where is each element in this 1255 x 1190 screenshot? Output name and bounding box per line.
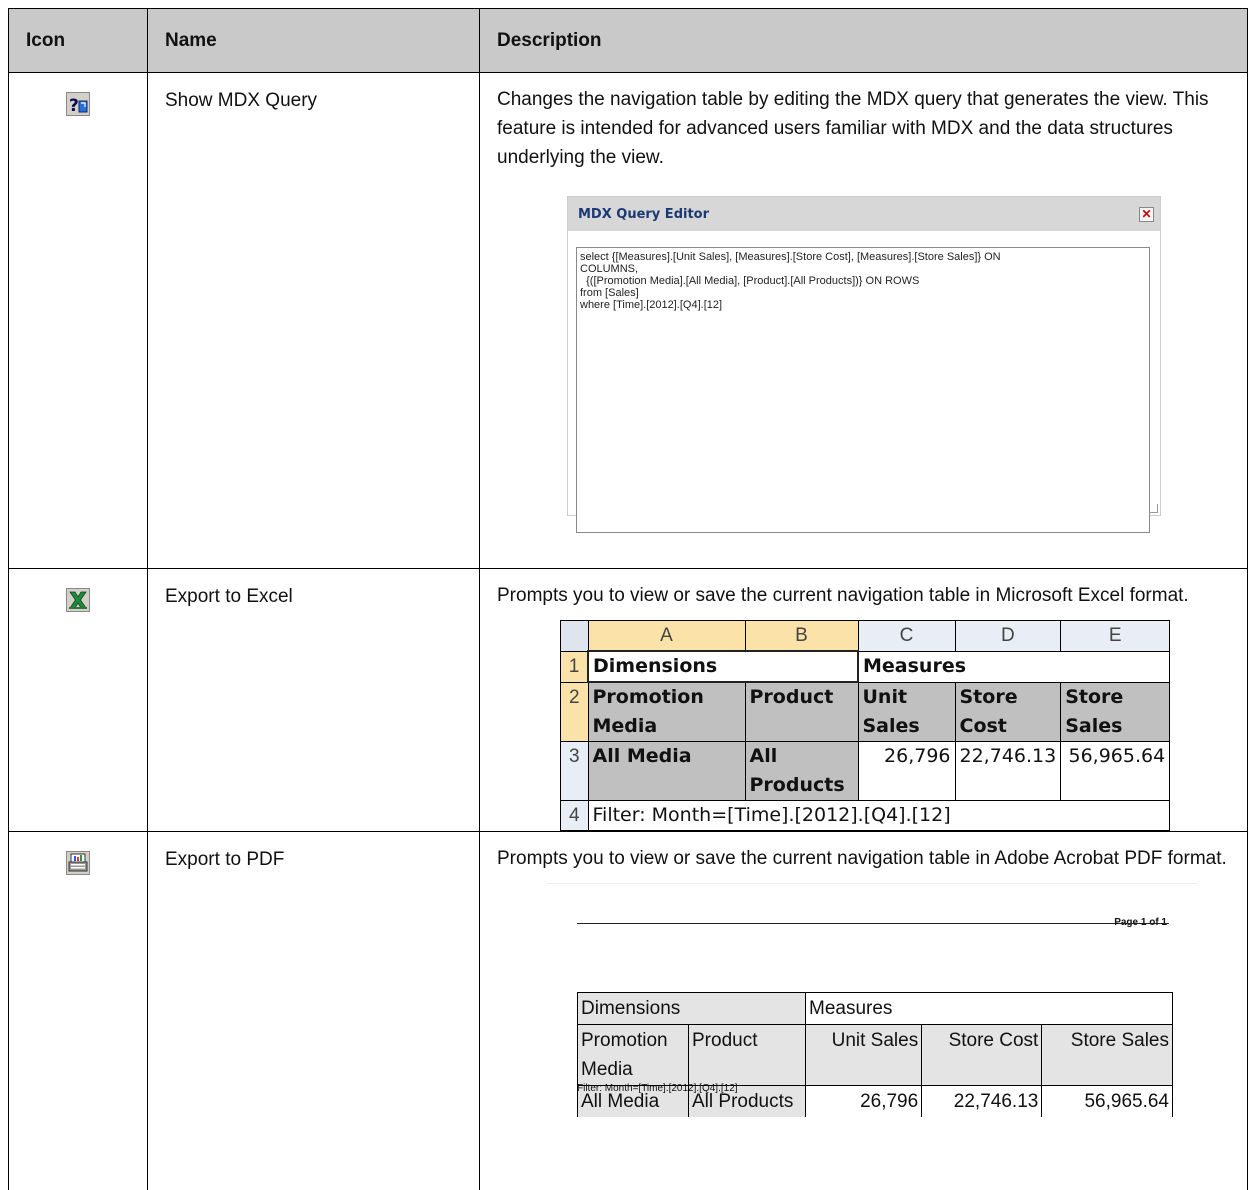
mdx-query-icon[interactable]: ? xyxy=(66,92,90,116)
close-icon[interactable]: ✕ xyxy=(1139,207,1154,222)
excel-col-e: E xyxy=(1061,621,1170,652)
excel-cell: Promotion Media xyxy=(588,682,745,742)
description-cell: Changes the navigation table by editing … xyxy=(480,73,1248,569)
excel-corner xyxy=(561,621,589,652)
excel-row-number: 4 xyxy=(561,801,589,831)
name-cell: Export to PDF xyxy=(148,832,480,1190)
excel-cell: All Media xyxy=(588,742,745,801)
excel-export-icon[interactable] xyxy=(66,588,90,612)
name-cell: Export to Excel xyxy=(148,569,480,832)
excel-row-number: 2 xyxy=(561,682,589,742)
header-icon: Icon xyxy=(9,9,148,73)
pdf-row: Dimensions Measures xyxy=(578,993,1173,1025)
icon-cell xyxy=(9,569,148,832)
table-row: Export to PDF Prompts you to view or sav… xyxy=(9,832,1248,1190)
pdf-cell: Store Sales xyxy=(1042,1025,1173,1086)
excel-preview: A B C D E 1 Dimensions Measures 2 Promot… xyxy=(560,620,1170,831)
header-row: Icon Name Description xyxy=(9,9,1248,73)
svg-text:?: ? xyxy=(69,96,79,116)
description-text: Changes the navigation table by editing … xyxy=(497,85,1233,172)
table-row: Export to Excel Prompts you to view or s… xyxy=(9,569,1248,832)
name-cell: Show MDX Query xyxy=(148,73,480,569)
excel-col-a: A xyxy=(588,621,745,652)
doc-table: Icon Name Description ? Show MDX Query C… xyxy=(8,8,1248,1190)
excel-cell: Store Cost xyxy=(955,682,1061,742)
excel-row: 4 Filter: Month=[Time].[2012].[Q4].[12] xyxy=(561,801,1170,831)
excel-cell: Product xyxy=(745,682,858,742)
excel-cell: Store Sales xyxy=(1061,682,1170,742)
description-text: Prompts you to view or save the current … xyxy=(497,581,1233,610)
mdx-editor-header: MDX Query Editor ✕ xyxy=(568,197,1160,231)
excel-col-d: D xyxy=(955,621,1061,652)
excel-cell: 22,746.13 xyxy=(955,742,1061,801)
description-text: Prompts you to view or save the current … xyxy=(497,844,1233,873)
pdf-cell: 56,965.64 xyxy=(1042,1086,1173,1118)
excel-filter-note: Filter: Month=[Time].[2012].[Q4].[12] xyxy=(588,801,1170,831)
excel-row-number: 1 xyxy=(561,651,589,682)
excel-column-headers: A B C D E xyxy=(561,621,1170,652)
excel-row: 2 Promotion Media Product Unit Sales Sto… xyxy=(561,682,1170,742)
excel-row: 3 All Media All Products 26,796 22,746.1… xyxy=(561,742,1170,801)
icon-cell xyxy=(9,832,148,1190)
excel-col-b: B xyxy=(745,621,858,652)
pdf-cell: Store Cost xyxy=(922,1025,1042,1086)
pdf-export-icon[interactable] xyxy=(66,851,90,875)
pdf-cell: 22,746.13 xyxy=(922,1086,1042,1118)
description-cell: Prompts you to view or save the current … xyxy=(480,569,1248,832)
excel-col-c: C xyxy=(858,621,955,652)
icon-cell: ? xyxy=(9,73,148,569)
pdf-cell: Unit Sales xyxy=(806,1025,922,1086)
pdf-cell: Dimensions xyxy=(578,993,806,1025)
header-description: Description xyxy=(480,9,1248,73)
pdf-cell: Measures xyxy=(806,993,1173,1025)
description-cell: Prompts you to view or save the current … xyxy=(480,832,1248,1190)
mdx-query-editor: MDX Query Editor ✕ select {[Measures].[U… xyxy=(567,196,1161,516)
mdx-editor-title: MDX Query Editor xyxy=(578,200,709,229)
pdf-header-rule xyxy=(577,923,1169,924)
header-name: Name xyxy=(148,9,480,73)
excel-cell: All Products xyxy=(745,742,858,801)
excel-cell: Unit Sales xyxy=(858,682,955,742)
excel-cell: Measures xyxy=(858,651,1170,682)
excel-cell: 26,796 xyxy=(858,742,955,801)
excel-cell: 56,965.64 xyxy=(1061,742,1170,801)
resize-handle-icon[interactable] xyxy=(1149,504,1158,513)
excel-cell: Dimensions xyxy=(588,651,858,682)
mdx-query-textarea[interactable]: select {[Measures].[Unit Sales], [Measur… xyxy=(576,247,1150,533)
pdf-cell: 26,796 xyxy=(806,1086,922,1118)
excel-row: 1 Dimensions Measures xyxy=(561,651,1170,682)
pdf-preview: Page 1 of 1 Dimensions Measures Promotio… xyxy=(547,883,1197,1054)
pdf-filter-note: Filter: Month=[Time].[2012].[Q4].[12] xyxy=(577,1074,738,1103)
excel-row-number: 3 xyxy=(561,742,589,801)
table-row: ? Show MDX Query Changes the navigation … xyxy=(9,73,1248,569)
